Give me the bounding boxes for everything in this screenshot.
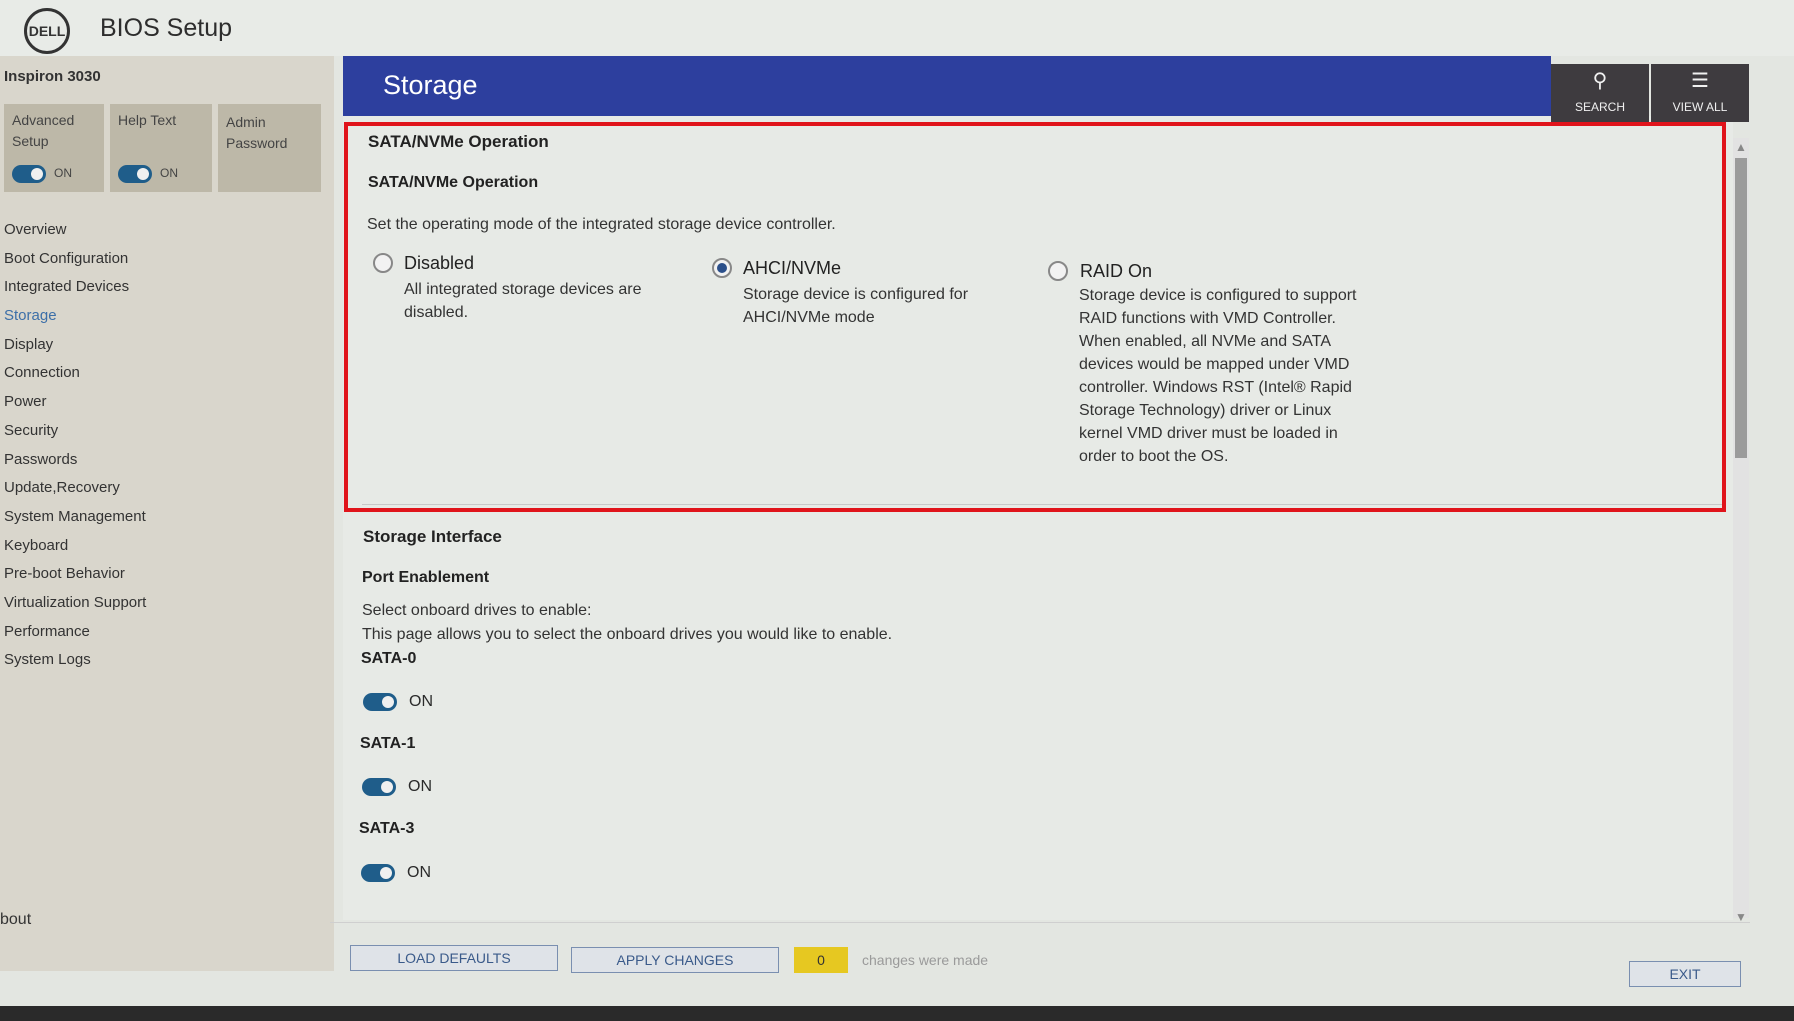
page-title: Storage: [383, 70, 478, 100]
search-label: SEARCH: [1574, 100, 1625, 114]
load-defaults-button[interactable]: LOAD DEFAULTS: [350, 945, 558, 971]
footer-divider: [330, 922, 1750, 923]
sata-3-state: ON: [407, 864, 431, 881]
sidebar-item-system-logs[interactable]: System Logs: [0, 651, 334, 680]
top-bar: DELL BIOS Setup: [0, 0, 1794, 56]
changes-count-badge: 0: [794, 947, 848, 973]
sata-0-label: SATA-0: [361, 650, 417, 667]
view-all-button[interactable]: ☰ VIEW ALL: [1651, 64, 1749, 122]
help-text-label: Help Text: [118, 112, 177, 128]
dell-logo: DELL: [24, 8, 70, 54]
screen-bezel: [0, 1006, 1794, 1021]
scrollbar-thumb[interactable]: [1735, 158, 1747, 458]
sidebar-item-connection[interactable]: Connection: [0, 364, 334, 393]
sata-3-label: SATA-3: [359, 820, 415, 837]
apply-changes-button[interactable]: APPLY CHANGES: [571, 947, 779, 973]
port-enablement-desc-1: Select onboard drives to enable:: [362, 602, 592, 619]
sidebar-item-passwords[interactable]: Passwords: [0, 451, 334, 480]
sidebar-item-boot-configuration[interactable]: Boot Configuration: [0, 250, 334, 279]
sidebar: Inspiron 3030 Advanced Setup ON Help Tex…: [0, 56, 334, 971]
view-all-icon: ☰: [1691, 70, 1709, 92]
sata-1-state: ON: [408, 778, 432, 795]
sata-3-toggle[interactable]: [361, 864, 395, 882]
port-enablement-title: Port Enablement: [362, 569, 490, 586]
sidebar-item-display[interactable]: Display: [0, 336, 334, 365]
sidebar-item-overview[interactable]: Overview: [0, 221, 334, 250]
sata-0-state: ON: [409, 693, 433, 710]
sata-1-toggle-row: ON: [362, 778, 432, 796]
sidebar-item-about[interactable]: bout: [0, 911, 31, 929]
help-text-toggle-state: ON: [160, 166, 178, 180]
advanced-setup-toggle[interactable]: [12, 164, 46, 183]
sata-1-toggle[interactable]: [362, 778, 396, 796]
sata-0-toggle-row: ON: [363, 693, 433, 711]
page-header: Storage: [343, 56, 1551, 116]
exit-button[interactable]: EXIT: [1629, 961, 1741, 987]
sidebar-item-performance[interactable]: Performance: [0, 623, 334, 652]
sata-3-toggle-row: ON: [361, 864, 431, 882]
sata-1-label: SATA-1: [360, 735, 416, 752]
app-title: BIOS Setup: [100, 14, 233, 42]
changes-status-text: changes were made: [862, 952, 989, 968]
sidebar-item-integrated-devices[interactable]: Integrated Devices: [0, 278, 334, 307]
sidebar-item-security[interactable]: Security: [0, 422, 334, 451]
sata-0-toggle[interactable]: [363, 693, 397, 711]
help-text-tile[interactable]: Help Text ON: [110, 104, 212, 192]
sidebar-item-virtualization-support[interactable]: Virtualization Support: [0, 594, 334, 623]
admin-password-label: Admin Password: [226, 114, 288, 151]
port-enablement-desc-2: This page allows you to select the onboa…: [362, 626, 893, 643]
admin-password-tile[interactable]: Admin Password: [218, 104, 321, 192]
sidebar-item-system-management[interactable]: System Management: [0, 508, 334, 537]
sidebar-item-update-recovery[interactable]: Update,Recovery: [0, 479, 334, 508]
storage-interface-section-title: Storage Interface: [363, 527, 502, 546]
scroll-up-icon[interactable]: ▲: [1733, 140, 1749, 154]
help-text-toggle[interactable]: [118, 164, 152, 183]
advanced-setup-toggle-state: ON: [54, 166, 72, 180]
search-icon: ⚲: [1592, 70, 1608, 92]
view-all-label: VIEW ALL: [1672, 100, 1728, 114]
sidebar-item-power[interactable]: Power: [0, 393, 334, 422]
sidebar-nav: Overview Boot Configuration Integrated D…: [0, 221, 334, 680]
system-model: Inspiron 3030: [4, 68, 101, 85]
advanced-setup-tile[interactable]: Advanced Setup ON: [4, 104, 104, 192]
search-button[interactable]: ⚲ SEARCH: [1551, 64, 1649, 122]
sidebar-item-preboot-behavior[interactable]: Pre-boot Behavior: [0, 565, 334, 594]
highlight-box: [344, 122, 1726, 512]
sidebar-item-keyboard[interactable]: Keyboard: [0, 537, 334, 566]
advanced-setup-label: Advanced Setup: [12, 112, 75, 149]
sidebar-item-storage[interactable]: Storage: [0, 307, 334, 336]
